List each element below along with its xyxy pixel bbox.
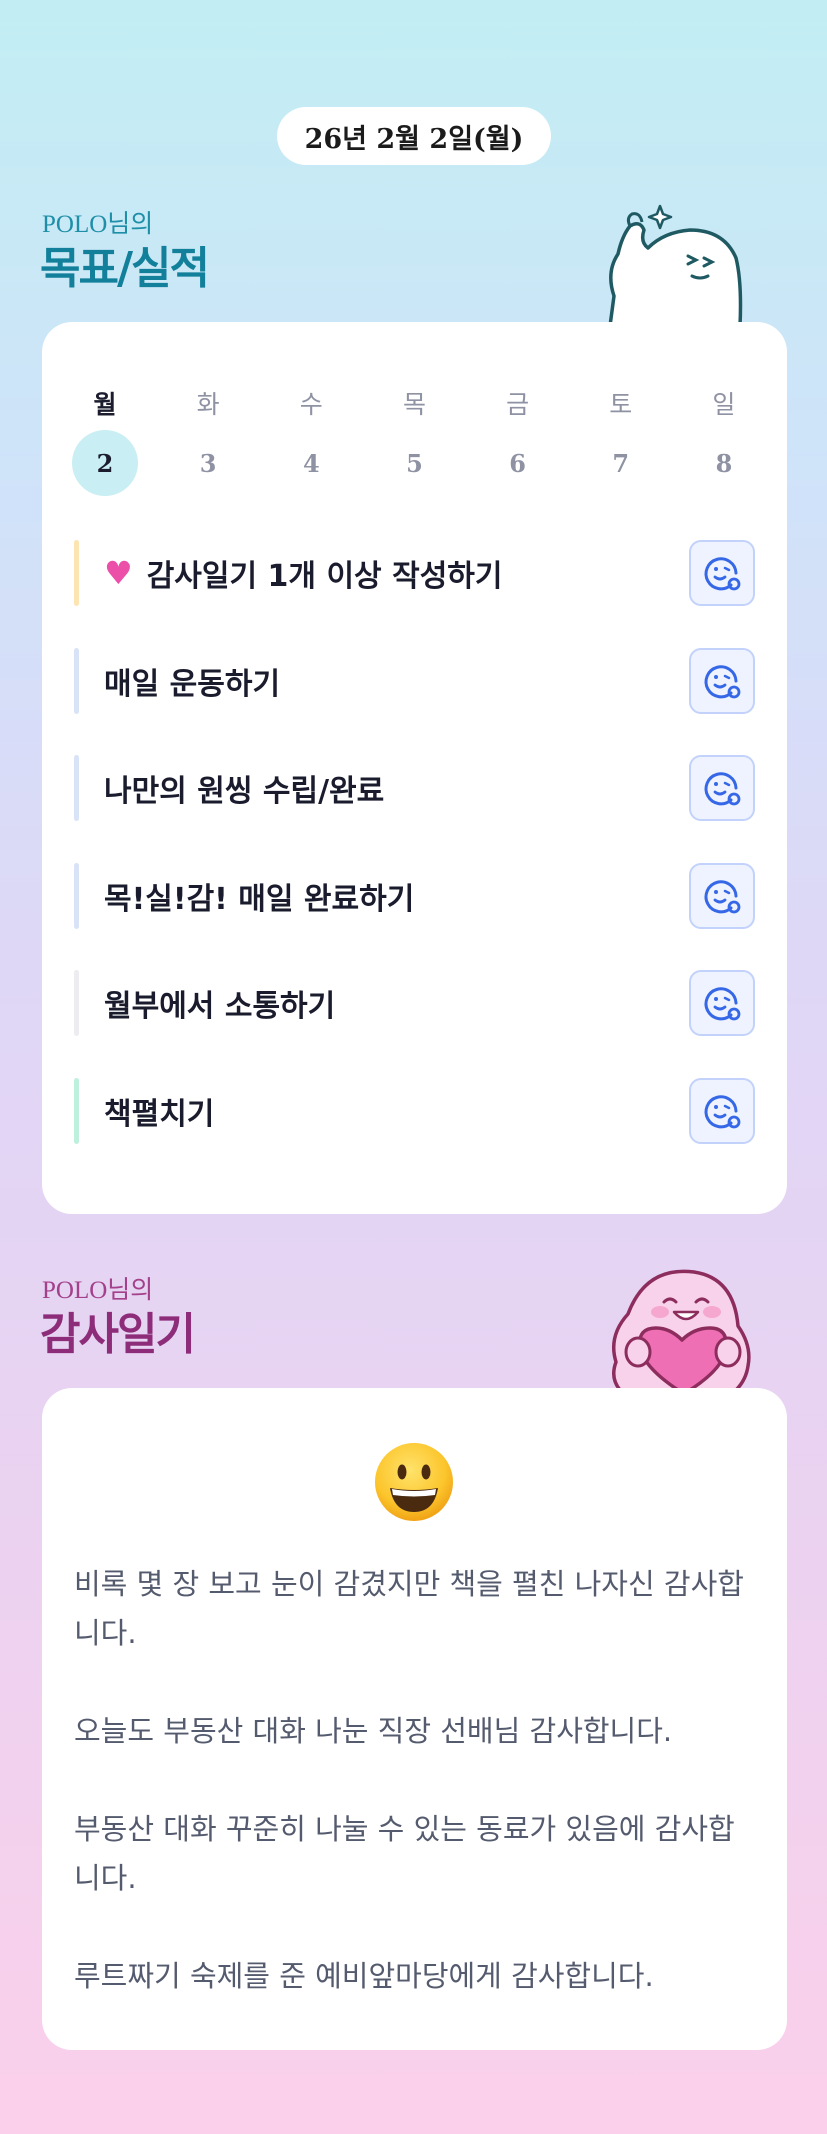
weekday-thu: 목	[402, 390, 426, 419]
goal-item: 목!실!감! 매일 완료하기	[74, 862, 755, 929]
add-reaction-button[interactable]	[689, 540, 755, 606]
weekday-wed: 수	[299, 390, 323, 419]
goal-list: ♥ 감사일기 1개 이상 작성하기 매일 운동하기 나만의 원씽 수립/완료 목…	[74, 540, 755, 1185]
goal-color-bar	[74, 647, 79, 714]
smiley-add-icon	[704, 664, 741, 698]
goal-color-bar	[74, 1077, 79, 1144]
date-pill: 26년 2월 2일(월)	[277, 107, 551, 165]
goal-label: 월부에서 소통하기	[104, 989, 336, 1024]
date-cell[interactable]: 7	[588, 430, 654, 496]
date-cell[interactable]: 4	[278, 430, 344, 496]
date-cell[interactable]: 6	[485, 430, 551, 496]
thanks-card: 비록 몇 장 보고 눈이 감겼지만 책을 펼친 나자신 감사합니다. 오늘도 부…	[42, 1388, 787, 2050]
goal-color-bar	[74, 970, 79, 1036]
goal-item: 나만의 원씽 수립/완료	[74, 755, 755, 821]
thanks-entries: 비록 몇 장 보고 눈이 감겼지만 책을 펼친 나자신 감사합니다. 오늘도 부…	[74, 1560, 755, 2050]
add-reaction-button[interactable]	[689, 862, 755, 929]
goal-color-bar	[74, 862, 79, 929]
goal-item: 매일 운동하기	[74, 647, 755, 714]
goal-item: 월부에서 소통하기	[74, 970, 755, 1036]
date-cell[interactable]: 8	[691, 430, 757, 496]
thanks-entry: 루트짜기 숙제를 준 예비앞마당에게 감사합니다.	[74, 1959, 654, 1993]
goal-label: 매일 운동하기	[104, 666, 281, 702]
smiley-add-icon	[704, 879, 741, 913]
add-reaction-button[interactable]	[689, 647, 755, 714]
weekday-header-row: 월 화 수 목 금 토 일	[72, 370, 757, 436]
thanks-title: 감사일기	[40, 1309, 196, 1360]
goal-label: 책펼치기	[104, 1096, 215, 1132]
goals-title: 목표/실적	[40, 243, 210, 294]
goal-color-bar	[74, 540, 79, 606]
goal-label: 목!실!감! 매일 완료하기	[104, 881, 415, 917]
heart-icon: ♥	[104, 554, 133, 592]
smiley-add-icon	[704, 987, 741, 1021]
date-row: 2 3 4 5 6 7 8	[72, 430, 757, 496]
heart-mascot-illustration	[612, 1269, 751, 1390]
smiley-add-icon	[704, 1094, 741, 1128]
add-reaction-button[interactable]	[689, 970, 755, 1036]
goal-item: ♥ 감사일기 1개 이상 작성하기	[74, 540, 755, 606]
smiley-add-icon	[704, 557, 741, 591]
thanks-entry: 비록 몇 장 보고 눈이 감겼지만 책을 펼친 나자신 감사합니다.	[74, 1567, 744, 1650]
add-reaction-button[interactable]	[689, 755, 755, 821]
smiley-face-icon	[372, 1440, 456, 1524]
thanks-entry: 오늘도 부동산 대화 나눈 직장 선배님 감사합니다.	[74, 1714, 673, 1748]
add-reaction-button[interactable]	[689, 1077, 755, 1144]
goal-label: 감사일기 1개 이상 작성하기	[146, 559, 503, 594]
weekday-sun: 일	[712, 390, 736, 419]
goals-card: 월 화 수 목 금 토 일 2 3 4 5 6 7 8 ♥ 감사일기 1개 이상…	[42, 322, 787, 1214]
goal-label: 나만의 원씽 수립/완료	[104, 774, 385, 809]
weekday-sat: 토	[609, 390, 633, 419]
date-cell[interactable]: 5	[381, 430, 447, 496]
weekday-fri: 금	[506, 390, 530, 419]
smiley-add-icon	[704, 772, 741, 806]
weekday-mon: 월	[93, 390, 117, 419]
weekday-tue: 화	[196, 390, 220, 419]
goal-item: 책펼치기	[74, 1077, 755, 1144]
thanks-entry: 부동산 대화 꾸준히 나눌 수 있는 동료가 있음에 감사합니다.	[74, 1812, 735, 1895]
date-cell[interactable]: 3	[175, 430, 241, 496]
waving-mascot-illustration	[608, 204, 743, 326]
date-text: 26년 2월 2일(월)	[304, 123, 524, 155]
date-selected[interactable]: 2	[72, 430, 138, 496]
goal-color-bar	[74, 755, 79, 821]
